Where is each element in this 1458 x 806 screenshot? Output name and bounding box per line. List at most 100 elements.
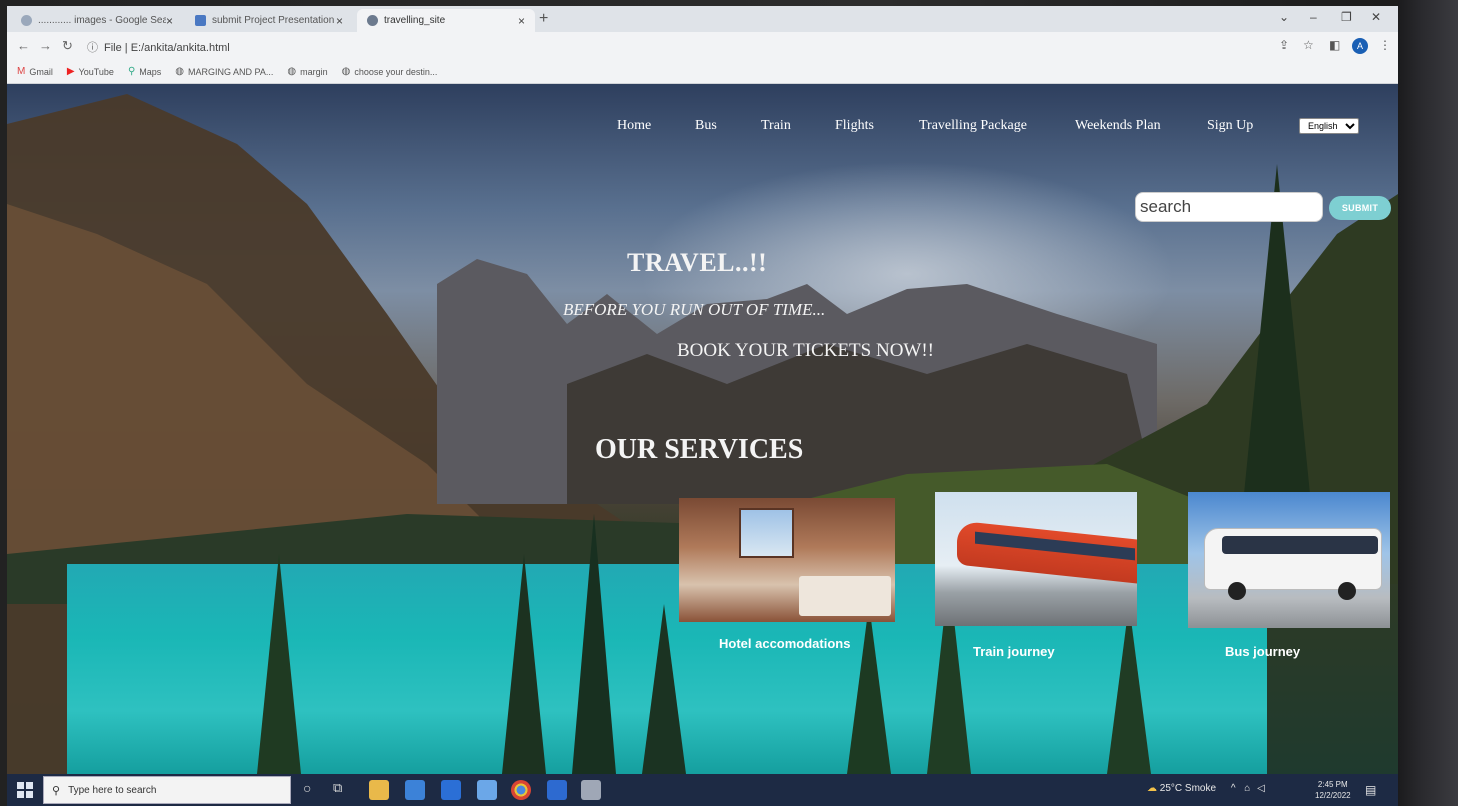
clock-date: 12/2/2022 (1315, 791, 1351, 800)
nav-weekends-plan[interactable]: Weekends Plan (1075, 118, 1161, 134)
bookmark-label: YouTube (78, 66, 114, 77)
pine-tree-image (642, 604, 686, 774)
slides-favicon-icon (195, 15, 206, 26)
hero-title: TRAVEL..!! (627, 248, 768, 277)
taskbar-clock[interactable]: 2:45 PM 12/2/2022 (1315, 779, 1351, 801)
hotel-room-image[interactable] (679, 498, 895, 622)
profile-avatar[interactable]: A (1352, 38, 1368, 54)
travel-site-page: Home Bus Train Flights Travelling Packag… (7, 84, 1398, 774)
tray-chevron-icon[interactable]: ^ (1231, 783, 1236, 794)
browser-address-bar: ← → ↻ ⓘ File | E:/ankita/ankita.html ⇪ ☆ … (7, 32, 1398, 60)
browser-tab-strip: ............ images - Google Sear × subm… (7, 6, 1398, 32)
hero-cta: BOOK YOUR TICKETS NOW!! (677, 340, 935, 361)
bus-wheel (1338, 582, 1356, 600)
pine-tree-image (1107, 604, 1151, 774)
train-image[interactable] (935, 492, 1137, 626)
nav-travelling-package[interactable]: Travelling Package (919, 118, 1027, 134)
notepad-icon[interactable] (581, 780, 601, 800)
url-field[interactable]: ⓘ File | E:/ankita/ankita.html (87, 39, 230, 55)
close-icon[interactable]: × (518, 14, 525, 28)
bookmark-maps[interactable]: ⚲ Maps (128, 66, 161, 77)
pine-tree-image (572, 514, 616, 774)
close-window-icon[interactable]: ✕ (1371, 10, 1381, 24)
bookmark-label: MARGING AND PA... (188, 66, 274, 77)
bookmark-destination[interactable]: ◍ choose your destin... (342, 66, 438, 77)
tab-label: travelling_site (384, 15, 446, 26)
nav-flights[interactable]: Flights (835, 118, 874, 134)
nav-home[interactable]: Home (617, 118, 651, 134)
weather-text: 25°C Smoke (1159, 783, 1217, 794)
start-pane (17, 782, 24, 789)
start-pane (26, 782, 33, 789)
gmail-icon: M (17, 66, 26, 77)
hotel-bed (799, 576, 891, 616)
youtube-icon: ▶ (66, 66, 75, 77)
notification-icon[interactable]: ▤ (1365, 783, 1376, 797)
service-label-train: Train journey (973, 644, 1055, 659)
services-title: OUR SERVICES (595, 434, 804, 465)
windows-start-icon[interactable] (17, 782, 33, 798)
cortana-icon[interactable]: ○ (303, 780, 323, 800)
bus-window-strip (1222, 536, 1378, 554)
network-icon[interactable]: ⌂ (1244, 783, 1250, 794)
submit-button[interactable]: SUBMIT (1329, 196, 1391, 220)
nav-bus[interactable]: Bus (695, 118, 717, 134)
share-icon[interactable]: ⇪ (1279, 38, 1289, 52)
screen: ............ images - Google Sear × subm… (7, 6, 1398, 806)
start-pane (17, 791, 24, 798)
chrome-icon[interactable] (511, 780, 531, 800)
back-arrow-icon[interactable]: ← (17, 38, 30, 53)
pine-tree-image (847, 604, 891, 774)
nav-sign-up[interactable]: Sign Up (1207, 118, 1253, 134)
close-icon[interactable]: × (166, 14, 173, 28)
globe-icon: ◍ (341, 66, 351, 77)
store-icon[interactable] (441, 780, 461, 800)
bookmark-margin[interactable]: ◍ margin (287, 66, 327, 77)
search-icon: ⚲ (52, 784, 61, 797)
taskbar-search-placeholder: Type here to search (68, 784, 157, 796)
forward-arrow-icon[interactable]: → (39, 38, 52, 53)
pine-tree-image (257, 554, 301, 774)
windows-taskbar: ⚲ Type here to search ○ ⧉ ☁ 25°C Smoke ^… (7, 774, 1398, 806)
minimize-icon[interactable]: – (1310, 10, 1317, 24)
teams-icon[interactable] (547, 780, 567, 800)
nav-train[interactable]: Train (761, 118, 791, 134)
browser-tab[interactable]: ............ images - Google Sear × (11, 9, 183, 32)
bookmark-label: choose your destin... (354, 66, 438, 77)
kebab-menu-icon[interactable]: ⋮ (1379, 38, 1391, 52)
weather-icon: ☁ (1147, 783, 1157, 794)
new-tab-icon[interactable]: + (539, 10, 548, 28)
close-icon[interactable]: × (336, 14, 343, 28)
bookmark-marging[interactable]: ◍ MARGING AND PA... (175, 66, 273, 77)
bookmark-label: Maps (139, 66, 162, 77)
site-navigation: Home Bus Train Flights Travelling Packag… (7, 118, 1398, 138)
volume-icon[interactable]: ◁ (1257, 783, 1265, 794)
hero-subtitle: BEFORE YOU RUN OUT OF TIME... (563, 300, 826, 319)
globe-icon: ◍ (287, 66, 297, 77)
browser-tab[interactable]: submit Project Presentation PPT × (185, 9, 353, 32)
search-input[interactable] (1135, 192, 1323, 222)
start-pane (26, 791, 33, 798)
task-view-icon[interactable]: ⧉ (333, 780, 353, 800)
pine-tree-image (502, 554, 546, 774)
url-text: File | E:/ankita/ankita.html (104, 42, 230, 54)
bookmark-gmail[interactable]: M Gmail (17, 66, 53, 77)
restore-icon[interactable]: ❐ (1341, 10, 1352, 24)
globe-icon: ◍ (175, 66, 185, 77)
chevron-down-icon[interactable]: ⌄ (1279, 10, 1289, 24)
bus-wheel (1228, 582, 1246, 600)
side-panel-icon[interactable]: ◧ (1329, 38, 1340, 52)
taskbar-search-box[interactable]: ⚲ Type here to search (43, 776, 291, 804)
language-select[interactable]: English (1299, 118, 1359, 134)
reload-icon[interactable]: ↻ (62, 38, 73, 54)
system-tray: ☁ 25°C Smoke ^ ⌂ ◁ (1147, 783, 1265, 794)
map-pin-icon: ⚲ (127, 66, 136, 77)
bus-image[interactable] (1188, 492, 1390, 628)
mail-icon[interactable] (477, 780, 497, 800)
file-explorer-icon[interactable] (369, 780, 389, 800)
bookmark-label: Gmail (29, 66, 53, 77)
browser-tab-active[interactable]: travelling_site × (357, 9, 535, 32)
star-icon[interactable]: ☆ (1303, 38, 1314, 52)
bookmark-youtube[interactable]: ▶ YouTube (67, 66, 114, 77)
calendar-app-icon[interactable] (405, 780, 425, 800)
